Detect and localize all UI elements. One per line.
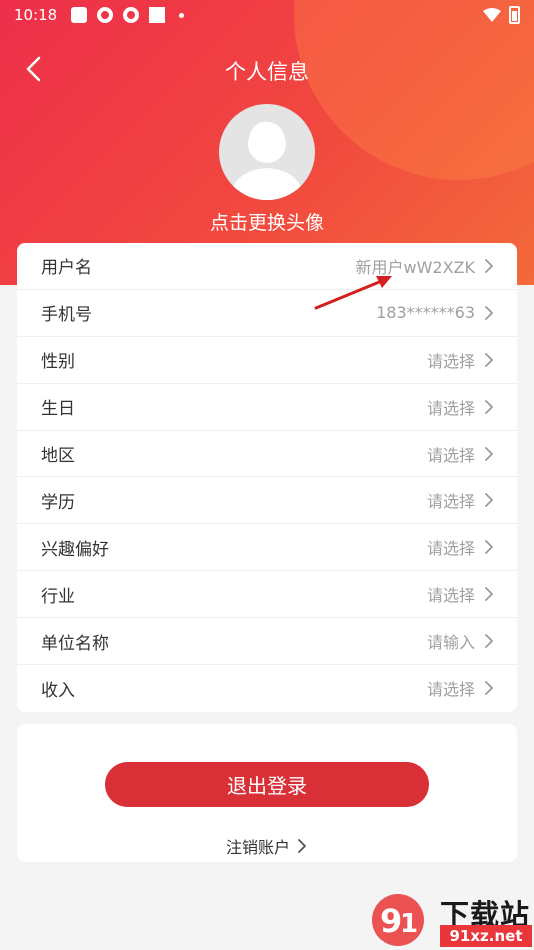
profile-card: 用户名 新用户wW2XZK 手机号 183******63 性别 请选择 生日 请选择 地区 请选… bbox=[17, 243, 517, 712]
profile-row-label: 用户名 bbox=[41, 258, 92, 279]
chevron-right-icon bbox=[485, 681, 493, 696]
profile-row-label: 学历 bbox=[41, 492, 75, 513]
profile-row[interactable]: 性别 请选择 bbox=[17, 337, 517, 384]
cancel-account-label: 注销账户 bbox=[225, 838, 290, 857]
profile-row[interactable]: 生日 请选择 bbox=[17, 384, 517, 431]
change-avatar-link[interactable]: 点击更换头像 bbox=[0, 208, 534, 235]
profile-row[interactable]: 用户名 新用户wW2XZK bbox=[17, 243, 517, 290]
profile-row[interactable]: 兴趣偏好 请选择 bbox=[17, 524, 517, 572]
profile-row-label: 单位名称 bbox=[41, 633, 109, 654]
svg-text:9: 9 bbox=[380, 902, 402, 940]
watermark-url: 91xz.net bbox=[440, 925, 532, 947]
profile-row-value: 请输入 bbox=[426, 633, 475, 653]
more-notifications-icon bbox=[179, 12, 185, 18]
profile-row[interactable]: 手机号 183******63 bbox=[17, 290, 517, 337]
cancel-account-link[interactable]: 注销账户 bbox=[17, 834, 517, 858]
status-bar: 10:18 bbox=[0, 0, 534, 30]
chevron-right-icon bbox=[298, 839, 306, 853]
profile-row-value: 新用户wW2XZK bbox=[355, 257, 475, 277]
profile-row[interactable]: 地区 请选择 bbox=[17, 431, 517, 478]
nav-bar: 个人信息 bbox=[0, 48, 534, 92]
profile-row-label: 手机号 bbox=[41, 305, 92, 326]
app-notification-icon-2 bbox=[123, 7, 140, 23]
avatar[interactable] bbox=[219, 104, 315, 200]
chevron-right-icon bbox=[485, 446, 493, 461]
profile-row-label: 性别 bbox=[41, 352, 75, 373]
profile-row-label: 地区 bbox=[41, 446, 75, 466]
notification-square-icon bbox=[149, 7, 166, 23]
profile-row-value: 请选择 bbox=[426, 398, 475, 418]
app-notification-icon bbox=[97, 7, 114, 23]
profile-row-value: 请选择 bbox=[426, 492, 475, 512]
wifi-icon bbox=[483, 8, 501, 22]
profile-row-label: 行业 bbox=[41, 586, 75, 607]
profile-row-label: 收入 bbox=[41, 680, 75, 701]
chevron-right-icon bbox=[485, 259, 493, 273]
profile-row-label: 生日 bbox=[41, 399, 75, 420]
battery-icon bbox=[509, 6, 520, 24]
chevron-right-icon bbox=[485, 587, 493, 602]
profile-row-value: 请选择 bbox=[426, 445, 475, 465]
profile-row[interactable]: 单位名称 请输入 bbox=[17, 618, 517, 666]
chevron-right-icon bbox=[485, 493, 493, 508]
chevron-right-icon bbox=[485, 540, 493, 555]
profile-row-value: 183******63 bbox=[376, 303, 475, 323]
chevron-right-icon bbox=[485, 399, 493, 414]
profile-row-label: 兴趣偏好 bbox=[41, 539, 109, 560]
logout-button[interactable]: 退出登录 bbox=[105, 762, 429, 807]
profile-row-value: 请选择 bbox=[426, 351, 475, 371]
profile-row-value: 请选择 bbox=[426, 586, 475, 606]
profile-row-value: 请选择 bbox=[426, 680, 475, 700]
profile-row[interactable]: 行业 请选择 bbox=[17, 571, 517, 619]
account-actions-card: 退出登录 注销账户 bbox=[17, 724, 517, 862]
svg-text:1: 1 bbox=[400, 909, 418, 939]
user-silhouette-icon bbox=[229, 121, 305, 200]
chevron-right-icon bbox=[485, 352, 493, 367]
profile-row-value: 请选择 bbox=[426, 539, 475, 559]
notification-icon bbox=[71, 7, 88, 23]
page-title: 个人信息 bbox=[225, 60, 309, 84]
status-time: 10:18 bbox=[14, 6, 58, 24]
chevron-right-icon bbox=[485, 305, 493, 320]
profile-row[interactable]: 学历 请选择 bbox=[17, 477, 517, 525]
profile-row[interactable]: 收入 请选择 bbox=[17, 665, 517, 712]
chevron-right-icon bbox=[485, 634, 493, 648]
